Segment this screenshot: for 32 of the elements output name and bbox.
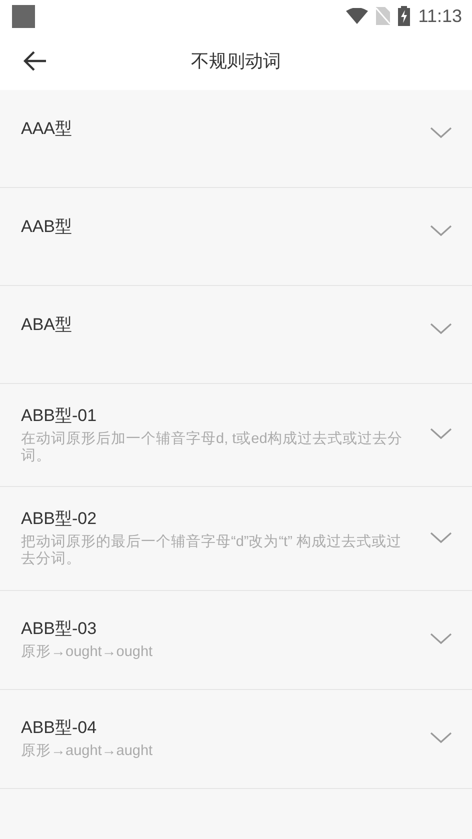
page-title: 不规则动词: [191, 50, 281, 73]
battery-icon: [398, 6, 410, 26]
item-title: ABB型-01: [21, 405, 98, 427]
list-item[interactable]: AAA型: [0, 90, 472, 188]
status-time: 11:13: [418, 6, 462, 26]
chevron-icon[interactable]: [430, 632, 452, 645]
list-item[interactable]: ABB型-04 原形→aught→aught: [0, 690, 472, 789]
no-sim-icon: [376, 7, 390, 25]
item-title: AAB型: [21, 216, 74, 238]
list-item[interactable]: ABB型-01 在动词原形后加一个辅音字母d, t或ed构成过去式或过去分词。: [0, 384, 472, 488]
list-item[interactable]: ABA型: [0, 286, 472, 384]
item-description: 原形→aught→aught: [21, 742, 154, 760]
back-button[interactable]: [22, 49, 48, 73]
chevron-icon[interactable]: [430, 127, 452, 139]
list-item[interactable]: ABB型-03 原形→ought→ought: [0, 590, 472, 690]
chevron-icon[interactable]: [430, 225, 452, 237]
chevron-icon[interactable]: [430, 428, 452, 440]
item-title: ABB型-04: [21, 716, 98, 739]
item-description: 把动词原形的最后一个辅音字母“d”改为“t” 构成过去式或过去分词。: [21, 534, 402, 568]
list-item[interactable]: ABB型-02 把动词原形的最后一个辅音字母“d”改为“t” 构成过去式或过去分词。: [0, 487, 472, 591]
item-title: AAA型: [21, 118, 74, 140]
app-notification-icon: [12, 4, 35, 28]
item-description: 在动词原形后加一个辅音字母d, t或ed构成过去式或过去分词。: [21, 431, 404, 464]
item-description: 原形→ought→ought: [21, 644, 154, 661]
item-title: ABB型-02: [21, 508, 98, 530]
chevron-icon[interactable]: [430, 323, 452, 335]
item-title: ABA型: [21, 314, 74, 336]
wifi-icon: [346, 8, 368, 24]
chevron-icon[interactable]: [430, 732, 452, 744]
list-item[interactable]: AAB型: [0, 188, 472, 286]
item-title: ABB型-03: [21, 618, 98, 640]
chevron-icon[interactable]: [430, 532, 452, 544]
